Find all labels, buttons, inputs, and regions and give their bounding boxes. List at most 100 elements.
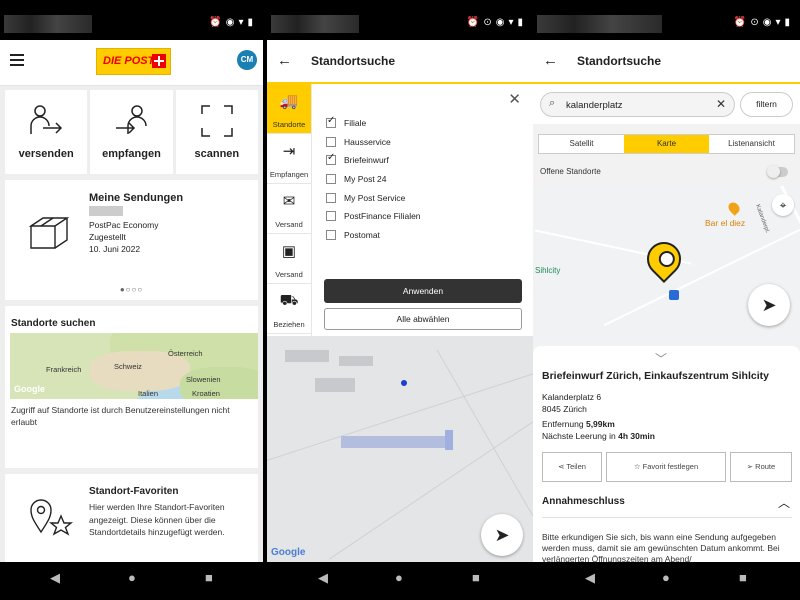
checkbox[interactable] <box>326 192 336 203</box>
person-receive-icon <box>116 105 148 134</box>
checkbox[interactable] <box>326 211 336 222</box>
filter-list: Filiale Hausservice Briefeinwurf My Post… <box>326 114 421 244</box>
tab-empfangen[interactable]: ⇥ Empfangen <box>267 134 311 184</box>
status-icons: ⏰⊙◉▾▮ <box>733 17 794 28</box>
tab-satellit[interactable]: Satellit <box>539 135 624 153</box>
next-pickup-value: 4h 30min <box>618 430 655 441</box>
tab-beziehen[interactable]: ⛟ Beziehen <box>267 284 311 334</box>
meine-sendungen-card[interactable]: Meine Sendungen PostPac Economy Zugestel… <box>5 180 258 300</box>
recents-nav-icon[interactable]: ■ <box>739 570 747 585</box>
my-location-icon[interactable]: ⌖ <box>772 194 794 216</box>
filter-screen: ⏰⊙◉▾▮ ← Standortsuche 🚚 Standorte ⇥ Empf… <box>267 10 533 562</box>
app-header: ← Standortsuche <box>533 40 800 84</box>
tab-label: Empfangen <box>269 170 309 179</box>
favorite-button[interactable]: ☆ Favorit festlegen <box>606 452 726 482</box>
navigate-button[interactable]: ➤ <box>481 514 523 556</box>
back-arrow-icon[interactable]: ← <box>543 52 558 69</box>
tab-listenansicht[interactable]: Listenansicht <box>709 135 794 153</box>
map-label: Italien <box>138 389 159 398</box>
share-button[interactable]: ⋖ Teilen <box>542 452 602 482</box>
map-label: Kroatien <box>192 389 220 398</box>
status-icons: ⏰◉▾▮ <box>209 17 257 28</box>
annahmeschluss-text: Bitte erkundigen Sie sich, bis wann eine… <box>542 532 780 562</box>
location-distance: Entfernung 5,99km Nächste Leerung in 4h … <box>542 419 655 442</box>
search-icon: ⌕ <box>549 97 556 109</box>
location-permission-note: Zugriff auf Standorte ist durch Benutzer… <box>11 405 230 427</box>
menu-icon[interactable] <box>10 54 24 66</box>
home-screen: ⏰◉▾▮ DIE POST CM versenden empfangen sca… <box>0 10 263 562</box>
standorte-card[interactable]: Standorte suchen Österreich Frankreich S… <box>5 306 258 468</box>
sendung-type: PostPac Economy <box>89 220 159 230</box>
favoriten-card[interactable]: Standort-Favoriten Hier werden Ihre Stan… <box>5 474 258 562</box>
map-label: Slowenien <box>186 375 221 384</box>
filter-mypost24[interactable]: My Post 24 <box>326 170 421 189</box>
chevron-up-icon[interactable]: ︿ <box>778 494 790 511</box>
recents-nav-icon[interactable]: ■ <box>205 570 213 585</box>
status-bar: ⏰⊙◉▾▮ <box>267 10 533 40</box>
checkbox[interactable] <box>326 152 336 166</box>
apply-button[interactable]: Anwenden <box>324 279 522 303</box>
checkbox[interactable] <box>326 229 336 240</box>
map-label: Österreich <box>168 349 203 358</box>
checkbox[interactable] <box>326 136 336 147</box>
annahmeschluss-header[interactable]: Annahmeschluss ︿ <box>542 496 792 518</box>
home-nav-icon[interactable]: ● <box>662 570 670 585</box>
bus-stop-icon[interactable] <box>669 290 679 300</box>
empfangen-button[interactable]: empfangen <box>90 90 173 174</box>
chevron-down-icon[interactable]: ﹀ <box>655 350 667 367</box>
filter-button[interactable]: filtern <box>740 92 793 117</box>
location-marker[interactable] <box>401 380 407 386</box>
search-input[interactable]: ⌕ kalanderplatz ✕ <box>540 92 735 117</box>
back-nav-icon[interactable]: ◀ <box>50 570 60 586</box>
system-navigation-bar: ◀ ● ■ ◀ ● ■ ◀ ● ■ <box>0 562 800 600</box>
back-arrow-icon[interactable]: ← <box>277 52 292 69</box>
filter-hausservice[interactable]: Hausservice <box>326 133 421 152</box>
poi-label: Bar el diez <box>705 218 746 228</box>
home-nav-icon[interactable]: ● <box>395 570 403 585</box>
location-map[interactable]: Google ➤ <box>267 336 533 562</box>
tab-versand-brief[interactable]: ✉ Versand <box>267 184 311 234</box>
filter-briefeinwurf[interactable]: Briefeinwurf <box>326 151 421 170</box>
street-label: Kalanderpl. <box>754 203 771 235</box>
versenden-button[interactable]: versenden <box>5 90 88 174</box>
overview-map[interactable]: Österreich Frankreich Schweiz Slowenien … <box>10 333 258 399</box>
tab-versand-paket[interactable]: ▣ Versand <box>267 234 311 284</box>
detail-map[interactable]: Bar el diez Sihlcity Kalanderpl. ⌖ ➤ <box>533 186 800 346</box>
route-label: Route <box>755 462 776 471</box>
tab-karte[interactable]: Karte <box>624 135 709 153</box>
open-locations-toggle[interactable] <box>767 165 788 178</box>
clear-icon[interactable]: ✕ <box>716 97 726 111</box>
carousel-dots[interactable]: ●○○○ <box>5 285 258 294</box>
filter-mypost-service[interactable]: My Post Service <box>326 188 421 207</box>
home-nav-icon[interactable]: ● <box>128 570 136 585</box>
close-icon[interactable]: ✕ <box>508 90 521 108</box>
filter-label: Postomat <box>344 229 380 240</box>
filter-label: Filiale <box>344 118 367 129</box>
action-label: versenden <box>18 148 74 160</box>
location-address: Kalanderplatz 6 8045 Zürich <box>542 392 601 415</box>
filter-label: Briefeinwurf <box>344 155 389 166</box>
tab-standorte[interactable]: 🚚 Standorte <box>267 84 311 134</box>
route-button[interactable]: ➢ Route <box>730 452 792 482</box>
sendung-info: Meine Sendungen PostPac Economy Zugestel… <box>89 192 183 255</box>
navigate-button[interactable]: ➤ <box>748 284 790 326</box>
scannen-button[interactable]: scannen <box>175 90 258 174</box>
checkbox[interactable] <box>326 115 336 129</box>
filter-postomat[interactable]: Postomat <box>326 226 421 245</box>
filter-label: My Post Service <box>344 192 406 203</box>
location-pin-icon[interactable] <box>639 234 689 284</box>
avatar[interactable]: CM <box>237 50 257 70</box>
address-line: 8045 Zürich <box>542 403 587 414</box>
checkbox[interactable] <box>326 174 336 185</box>
sendungen-title: Meine Sendungen <box>89 192 184 204</box>
back-nav-icon[interactable]: ◀ <box>318 570 328 586</box>
filter-filiale[interactable]: Filiale <box>326 114 421 133</box>
back-nav-icon[interactable]: ◀ <box>585 570 595 586</box>
deselect-all-button[interactable]: Alle abwählen <box>324 308 522 330</box>
filter-postfinance[interactable]: PostFinance Filialen <box>326 207 421 226</box>
blurred-label <box>341 436 451 448</box>
recents-nav-icon[interactable]: ■ <box>472 570 480 585</box>
tracking-number-blur <box>89 206 123 216</box>
restaurant-marker[interactable] <box>726 200 742 216</box>
distance-value: 5,99km <box>585 419 615 429</box>
